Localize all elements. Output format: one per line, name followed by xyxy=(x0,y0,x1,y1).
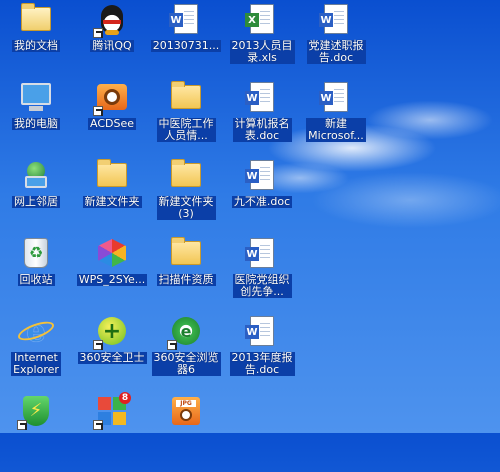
desktop-icon-staff-list-xls[interactable]: X 2013人员目 录.xls xyxy=(224,2,300,80)
desktop-icon-label: 20130731... xyxy=(150,39,222,52)
shortcut-arrow-icon xyxy=(17,420,27,430)
desktop-icon-new-folder-3[interactable]: 新建文件夹 (3) xyxy=(148,158,224,236)
desktop-icon-label: 360安全浏览 器6 xyxy=(151,351,221,376)
desktop-icon-360-browser[interactable]: e 360安全浏览 器6 xyxy=(148,314,224,392)
desktop-icon-qq[interactable]: 腾讯QQ xyxy=(74,2,150,80)
desktop-icon-360-shield[interactable]: ⚡ xyxy=(0,394,74,472)
desktop-icon-wps[interactable]: WPS_2SYe... xyxy=(74,236,150,314)
desktop-icon-label: 我的电脑 xyxy=(12,117,60,130)
desktop-icon-label: ACDSee xyxy=(88,117,136,130)
desktop-icon-new-folder[interactable]: 新建文件夹 xyxy=(74,158,150,236)
desktop-icon-folder-scans[interactable]: 扫描件资质 xyxy=(148,236,224,314)
desktop-icon-network-places[interactable]: 网上邻居 xyxy=(0,158,74,236)
my-computer-icon xyxy=(19,80,53,114)
desktop-icon-my-computer[interactable]: 我的电脑 xyxy=(0,80,74,158)
desktop-icon-label: 新建文件夹 (3) xyxy=(156,195,216,220)
folder-icon xyxy=(95,158,129,192)
word-document-icon: W xyxy=(319,2,353,36)
folder-icon xyxy=(169,236,203,270)
word-document-icon: W xyxy=(245,80,279,114)
desktop-icon-label: 扫描件资质 xyxy=(156,273,216,286)
desktop-icon-label: 党建述职报 告.doc xyxy=(306,39,366,64)
desktop-icon-label: 2013年度报 告.doc xyxy=(229,351,295,376)
desktop-icon-computer-registration-doc[interactable]: W 计算机报名 表.doc xyxy=(224,80,300,158)
my-documents-icon xyxy=(19,2,53,36)
desktop-icon-label: 2013人员目 录.xls xyxy=(229,39,295,64)
folder-icon xyxy=(169,80,203,114)
desktop-icon-label: 回收站 xyxy=(17,273,55,286)
desktop-icon-hospital-party-doc[interactable]: W 医院党组织 创先争... xyxy=(224,236,300,314)
desktop-icon-acdsee[interactable]: ACDSee xyxy=(74,80,150,158)
recycle-bin-icon: ♻ xyxy=(19,236,53,270)
shortcut-arrow-icon xyxy=(93,28,103,38)
360-software-manager-icon: 8 xyxy=(93,392,131,430)
desktop-icon-label: 腾讯QQ xyxy=(90,39,134,52)
desktop-icon-label: 新建文件夹 xyxy=(82,195,142,208)
desktop-icon-360-software-manager[interactable]: 8 xyxy=(74,392,150,472)
qq-penguin-icon xyxy=(93,2,129,38)
desktop-icon-label: WPS_2SYe... xyxy=(76,273,148,286)
word-document-icon: W xyxy=(169,2,203,36)
desktop-icon-internet-explorer[interactable]: e Internet Explorer xyxy=(0,314,74,392)
word-document-icon: W xyxy=(245,158,279,192)
desktop-icon-annual-report-doc[interactable]: W 2013年度报 告.doc xyxy=(224,314,300,392)
network-places-icon xyxy=(19,158,53,192)
desktop-icon-label: 我的文档 xyxy=(12,39,60,52)
desktop-icon-recycle-bin[interactable]: ♻ 回收站 xyxy=(0,236,74,314)
360-shield-icon: ⚡ xyxy=(17,394,53,430)
internet-explorer-icon: e xyxy=(15,314,57,349)
shortcut-arrow-icon xyxy=(93,420,103,430)
acdsee-icon xyxy=(93,80,129,116)
desktop-icon-label: 新建 Microsof... xyxy=(306,117,366,142)
desktop-icon-new-microsoft-doc[interactable]: W 新建 Microsof... xyxy=(298,80,374,158)
wps-icon xyxy=(95,236,129,270)
word-document-icon: W xyxy=(245,314,279,348)
jpg-image-icon: JPG xyxy=(169,394,203,428)
desktop-icon-jpg-image[interactable]: JPG xyxy=(148,394,224,472)
shortcut-arrow-icon xyxy=(93,340,103,350)
360-browser-icon: e xyxy=(167,314,203,350)
folder-icon xyxy=(169,158,203,192)
desktop-icon-360-safe[interactable]: + 360安全卫士 xyxy=(74,314,150,392)
desktop-icon-my-documents[interactable]: 我的文档 xyxy=(0,2,74,80)
desktop-icon-nine-prohibitions-doc[interactable]: W 九不准.doc xyxy=(224,158,300,236)
shortcut-arrow-icon xyxy=(93,106,103,116)
desktop-icon-party-report-doc[interactable]: W 党建述职报 告.doc xyxy=(298,2,374,80)
desktop-icon-label: 中医院工作 人员情... xyxy=(156,117,216,142)
shortcut-arrow-icon xyxy=(167,340,177,350)
desktop-icon-label: 计算机报名 表.doc xyxy=(232,117,292,142)
desktop-icon-label: Internet Explorer xyxy=(11,351,61,376)
desktop[interactable]: 我的文档 我的电脑 网上邻居 ♻ 回收站 e Internet Explorer… xyxy=(0,0,500,433)
desktop-icon-label: 医院党组织 创先争... xyxy=(232,273,292,298)
desktop-icon-label: 九不准.doc xyxy=(231,195,293,208)
desktop-icon-folder-hospital-staff[interactable]: 中医院工作 人员情... xyxy=(148,80,224,158)
word-document-icon: W xyxy=(319,80,353,114)
word-document-icon: W xyxy=(245,236,279,270)
excel-document-icon: X xyxy=(245,2,279,36)
desktop-icon-doc-20130731[interactable]: W 20130731... xyxy=(148,2,224,80)
desktop-icon-label: 网上邻居 xyxy=(12,195,60,208)
desktop-icon-label: 360安全卫士 xyxy=(77,351,147,364)
360-safe-icon: + xyxy=(93,314,129,350)
